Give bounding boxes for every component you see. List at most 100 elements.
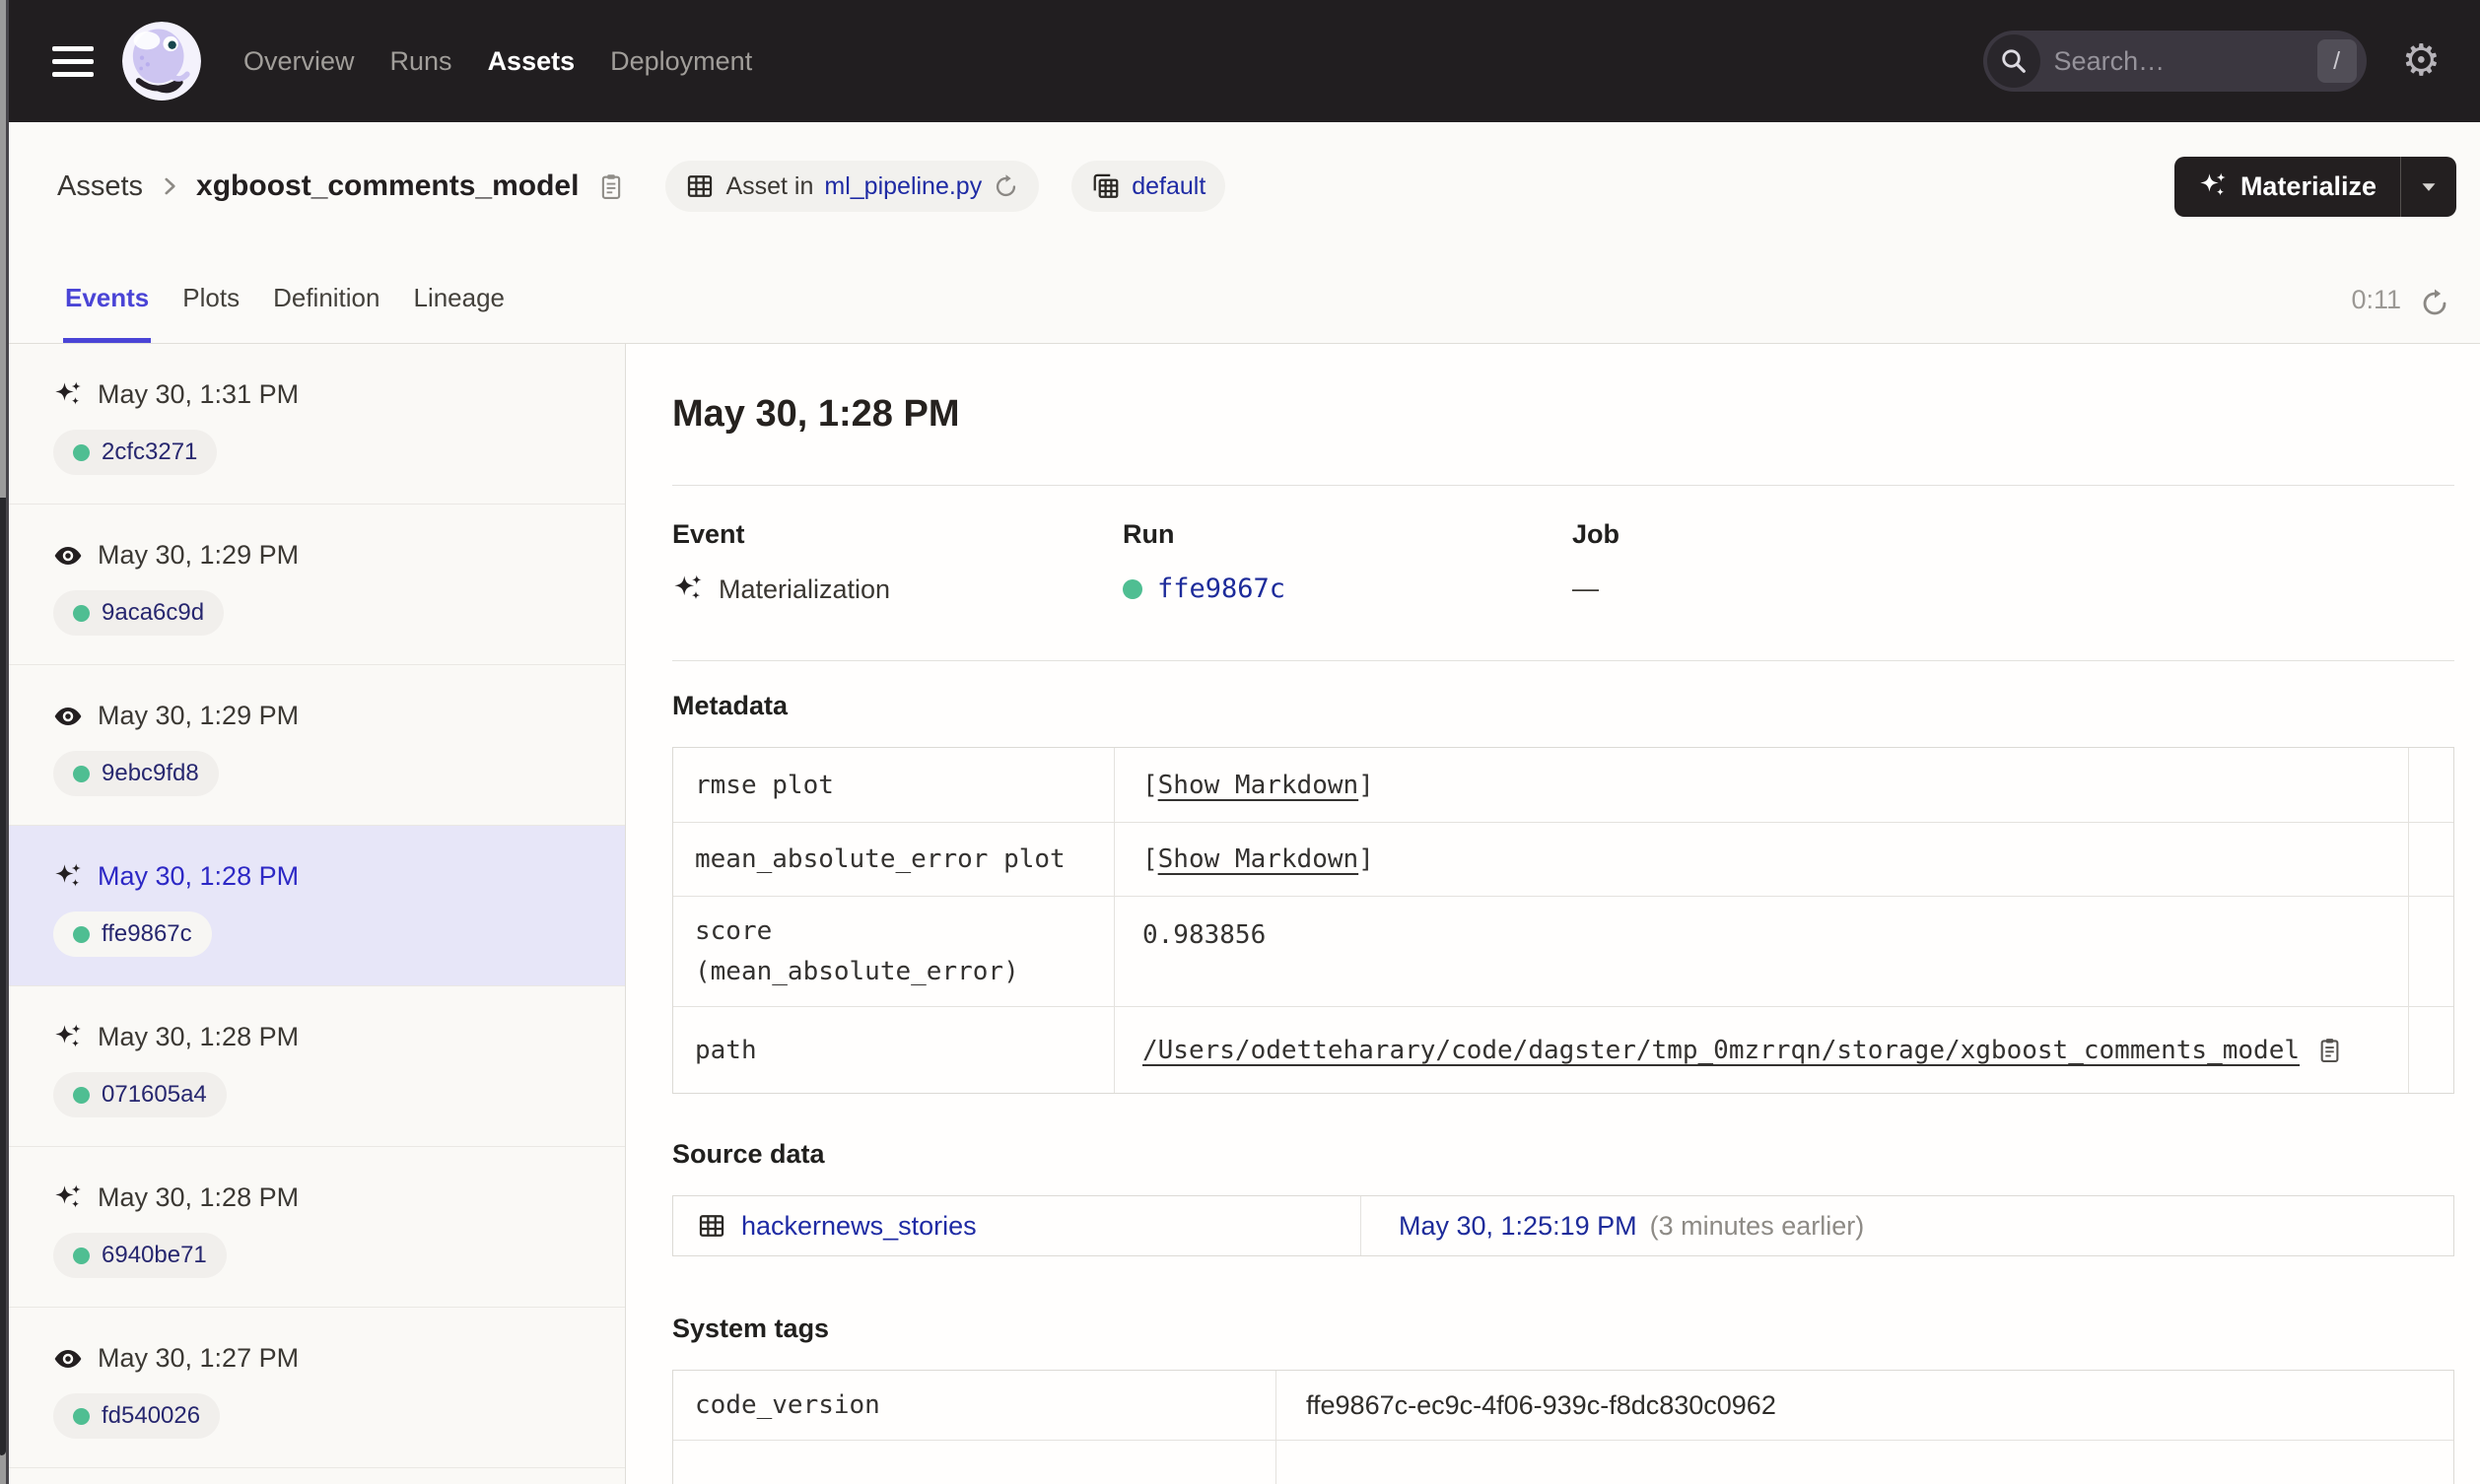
path-link[interactable]: /Users/odetteharary/code/dagster/tmp_0mz… [1142,1036,2300,1065]
dagster-logo[interactable] [122,22,201,101]
materialize-button[interactable]: Materialize [2174,157,2400,217]
run-tag[interactable]: ffe9867c [53,911,212,957]
run-tag[interactable]: 071605a4 [53,1072,227,1117]
run-status-dot [73,1247,90,1264]
run-tag[interactable]: 2cfc3271 [53,430,218,475]
refresh-icon[interactable] [2419,288,2450,343]
code-location-label: Asset in [725,171,814,200]
code-location-badge[interactable]: Asset in ml_pipeline.py [665,161,1040,212]
run-tag[interactable]: 9ebc9fd8 [53,751,219,796]
asset-title: xgboost_comments_model [196,169,580,202]
materialization-icon [53,380,83,410]
asset-badges: Asset in ml_pipeline.py default [665,161,1226,212]
metadata-action-col [2408,748,2453,822]
event-list-item[interactable]: May 30, 1:28 PM 071605a4 [9,986,625,1147]
event-time: May 30, 1:29 PM [98,540,300,570]
run-tag[interactable]: 6940be71 [53,1233,227,1278]
nav-overview[interactable]: Overview [243,46,355,77]
event-list-item[interactable]: May 30, 1:27 PM fd540026 [9,1308,625,1468]
event-detail-pane: May 30, 1:28 PM Event Materialization Ru… [627,344,2480,1484]
search-input[interactable] [2039,45,2317,77]
run-status-dot [73,604,90,622]
observation-icon [53,1344,83,1374]
tab-plots[interactable]: Plots [180,283,241,343]
code-location-link[interactable]: ml_pipeline.py [824,172,982,201]
nav-runs[interactable]: Runs [390,46,452,77]
asset-grid-icon [697,1211,726,1241]
run-tag[interactable]: fd540026 [53,1393,221,1439]
copy-path-icon[interactable] [2315,1036,2344,1064]
edge-scrollbar-thumb[interactable] [0,498,6,1455]
system-tags-heading: System tags [672,1314,830,1343]
run-label: Run [1123,519,1175,549]
run-id-link[interactable]: 2cfc3271 [102,438,197,466]
run-id-link[interactable]: ffe9867c [1157,573,1285,604]
event-summary: Event Materialization Run ffe9867c Job — [672,519,2454,605]
asset-group-badge[interactable]: default [1071,161,1226,212]
run-id-link[interactable]: ffe9867c [102,920,192,948]
tab-definition[interactable]: Definition [271,283,381,343]
metadata-row: path /Users/odetteharary/code/dagster/tm… [673,1006,2453,1093]
source-data-heading: Source data [672,1139,825,1169]
divider [672,485,2454,486]
primary-nav: Overview Runs Assets Deployment [243,46,752,77]
show-markdown-link[interactable]: Show Markdown [1158,844,1359,874]
run-id-link[interactable]: 071605a4 [102,1081,207,1109]
system-tag-row [673,1440,2453,1484]
metadata-heading: Metadata [672,691,789,720]
breadcrumb-assets[interactable]: Assets [57,170,143,203]
event-time: May 30, 1:28 PM [98,1182,300,1212]
event-list-item-selected[interactable]: May 30, 1:28 PM ffe9867c [9,826,625,986]
metadata-key: mean_absolute_error plot [695,844,1066,874]
show-markdown-link[interactable]: Show Markdown [1158,771,1359,800]
run-id-link[interactable]: 9ebc9fd8 [102,760,199,787]
materialization-icon [53,1023,83,1052]
event-time: May 30, 1:28 PM [98,1022,300,1051]
run-status-dot [73,925,90,943]
source-data-table: hackernews_stories May 30, 1:25:19 PM (3… [672,1195,2454,1256]
event-list-item[interactable]: May 30, 1:29 PM 9ebc9fd8 [9,665,625,826]
nav-deployment[interactable]: Deployment [610,46,752,77]
reload-location-icon[interactable] [993,173,1019,200]
metadata-action-col [2408,823,2453,896]
metadata-row: mean_absolute_error plot [Show Markdown] [673,822,2453,896]
search-shortcut-key: / [2316,39,2357,83]
metadata-key: rmse plot [695,770,834,800]
asset-group-icon [1091,171,1121,201]
global-search[interactable]: / [1982,31,2367,92]
run-id-link[interactable]: 6940be71 [102,1242,207,1269]
asset-grid-icon [685,171,715,201]
asset-tabs: Events Plots Definition Lineage 0:11 [9,250,2480,344]
run-id-link[interactable]: fd540026 [102,1402,200,1430]
metadata-table: rmse plot [Show Markdown] mean_absolute_… [672,747,2454,1094]
run-id-link[interactable]: 9aca6c9d [102,599,204,627]
tab-events[interactable]: Events [63,283,152,343]
materialize-dropdown-caret[interactable] [2401,157,2456,217]
asset-header: Assets xgboost_comments_model Asset in m… [9,122,2480,250]
copy-asset-name-icon[interactable] [596,171,626,201]
metadata-value: [Show Markdown] [1114,823,2408,896]
observation-icon [53,702,83,731]
system-tag-key: code_version [695,1390,880,1420]
summary-event-col: Event Materialization [672,519,1123,605]
event-list-item[interactable]: May 30, 1:28 PM 6940be71 [9,1147,625,1308]
event-list-item[interactable]: May 30, 1:29 PM 9aca6c9d [9,505,625,665]
chevron-right-icon [157,173,182,199]
materialize-split-button: Materialize [2173,156,2456,217]
tab-lineage[interactable]: Lineage [411,283,507,343]
asset-group-link[interactable]: default [1132,172,1206,201]
event-list-item[interactable]: May 30, 1:31 PM 2cfc3271 [9,344,625,505]
materialization-icon [672,573,704,605]
metadata-key: score (mean_absolute_error) [695,916,1019,986]
search-icon [1986,34,2040,88]
run-status-dot [1123,578,1142,599]
sparkle-icon [2198,171,2228,201]
settings-gear-icon[interactable]: ⚙ [2402,39,2441,83]
source-timestamp-link[interactable]: May 30, 1:25:19 PM [1399,1211,1637,1242]
event-time: May 30, 1:28 PM [98,861,300,891]
hamburger-menu-icon[interactable] [52,45,94,77]
job-value: — [1572,573,1599,603]
nav-assets[interactable]: Assets [488,46,576,77]
run-tag[interactable]: 9aca6c9d [53,590,225,636]
source-asset-link[interactable]: hackernews_stories [741,1211,977,1242]
